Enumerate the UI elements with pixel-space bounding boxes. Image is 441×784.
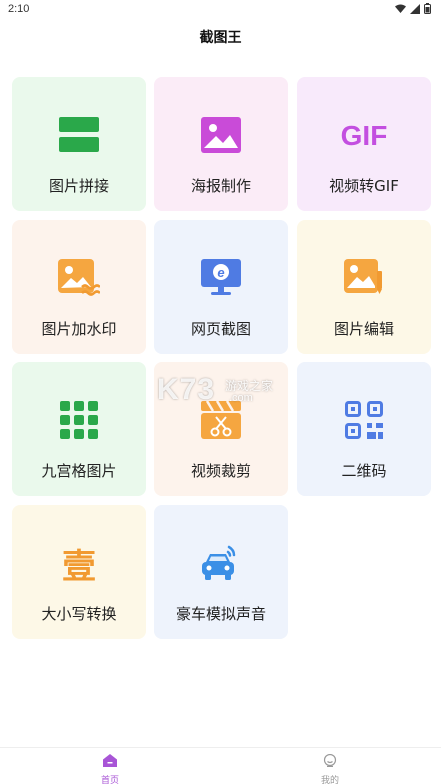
nav-mine[interactable]: 我的 <box>300 752 360 784</box>
tile-video-cut[interactable]: 视频裁剪 <box>154 362 288 496</box>
video-cut-icon <box>199 398 243 442</box>
qr-code-icon <box>342 398 386 442</box>
nav-home-label: 首页 <box>100 776 119 784</box>
nav-home[interactable]: 首页 <box>80 752 140 784</box>
browser-monitor-icon: e <box>199 256 243 300</box>
tile-label: 海报制作 <box>190 177 251 195</box>
tile-poster-make[interactable]: 海报制作 <box>154 77 288 211</box>
battery-icon <box>424 3 431 14</box>
tile-label: 九宫格图片 <box>41 462 117 480</box>
svg-text:GIF: GIF <box>341 120 388 150</box>
tile-webpage-screenshot[interactable]: e 网页截图 <box>154 220 288 354</box>
tile-car-sound[interactable]: 豪车模拟声音 <box>154 505 288 639</box>
tile-label: 豪车模拟声音 <box>175 605 266 623</box>
chinese-numeral-icon: 壹 <box>57 541 101 587</box>
tile-label: 图片编辑 <box>333 320 394 338</box>
status-time: 2:10 <box>8 3 30 15</box>
signal-icon <box>410 3 420 14</box>
nine-grid-icon <box>57 398 101 442</box>
bottom-nav: 首页 我的 <box>0 747 441 784</box>
image-edit-icon <box>342 256 386 300</box>
gif-icon: GIF <box>331 113 397 157</box>
tile-nine-grid[interactable]: 九宫格图片 <box>12 362 146 496</box>
tile-label: 网页截图 <box>190 320 251 338</box>
tile-video-to-gif[interactable]: GIF 视频转GIF <box>297 77 431 211</box>
svg-text:e: e <box>217 265 224 280</box>
tile-qr-code[interactable]: 二维码 <box>297 362 431 496</box>
profile-icon <box>323 753 337 768</box>
status-bar: 2:10 <box>0 0 441 20</box>
tile-case-convert[interactable]: 壹 大小写转换 <box>12 505 146 639</box>
wifi-icon <box>395 4 406 13</box>
numeral-glyph: 壹 <box>62 546 96 587</box>
tile-label: 视频转GIF <box>329 177 399 195</box>
tile-image-edit[interactable]: 图片编辑 <box>297 220 431 354</box>
tile-label: 大小写转换 <box>41 605 117 623</box>
car-sound-icon <box>199 541 243 585</box>
tile-label: 视频裁剪 <box>190 462 251 480</box>
tile-label: 图片拼接 <box>48 177 109 195</box>
image-watermark-icon <box>57 256 101 300</box>
tile-label: 二维码 <box>341 462 387 480</box>
image-icon <box>199 113 243 157</box>
nav-mine-label: 我的 <box>320 776 339 784</box>
home-icon <box>103 754 117 767</box>
tile-image-stitch[interactable]: 图片拼接 <box>12 77 146 211</box>
tile-image-watermark[interactable]: 图片加水印 <box>12 220 146 354</box>
stack-icon <box>57 113 101 157</box>
page-title: 截图王 <box>199 30 242 46</box>
status-icons <box>395 3 431 14</box>
tile-label: 图片加水印 <box>41 320 117 338</box>
